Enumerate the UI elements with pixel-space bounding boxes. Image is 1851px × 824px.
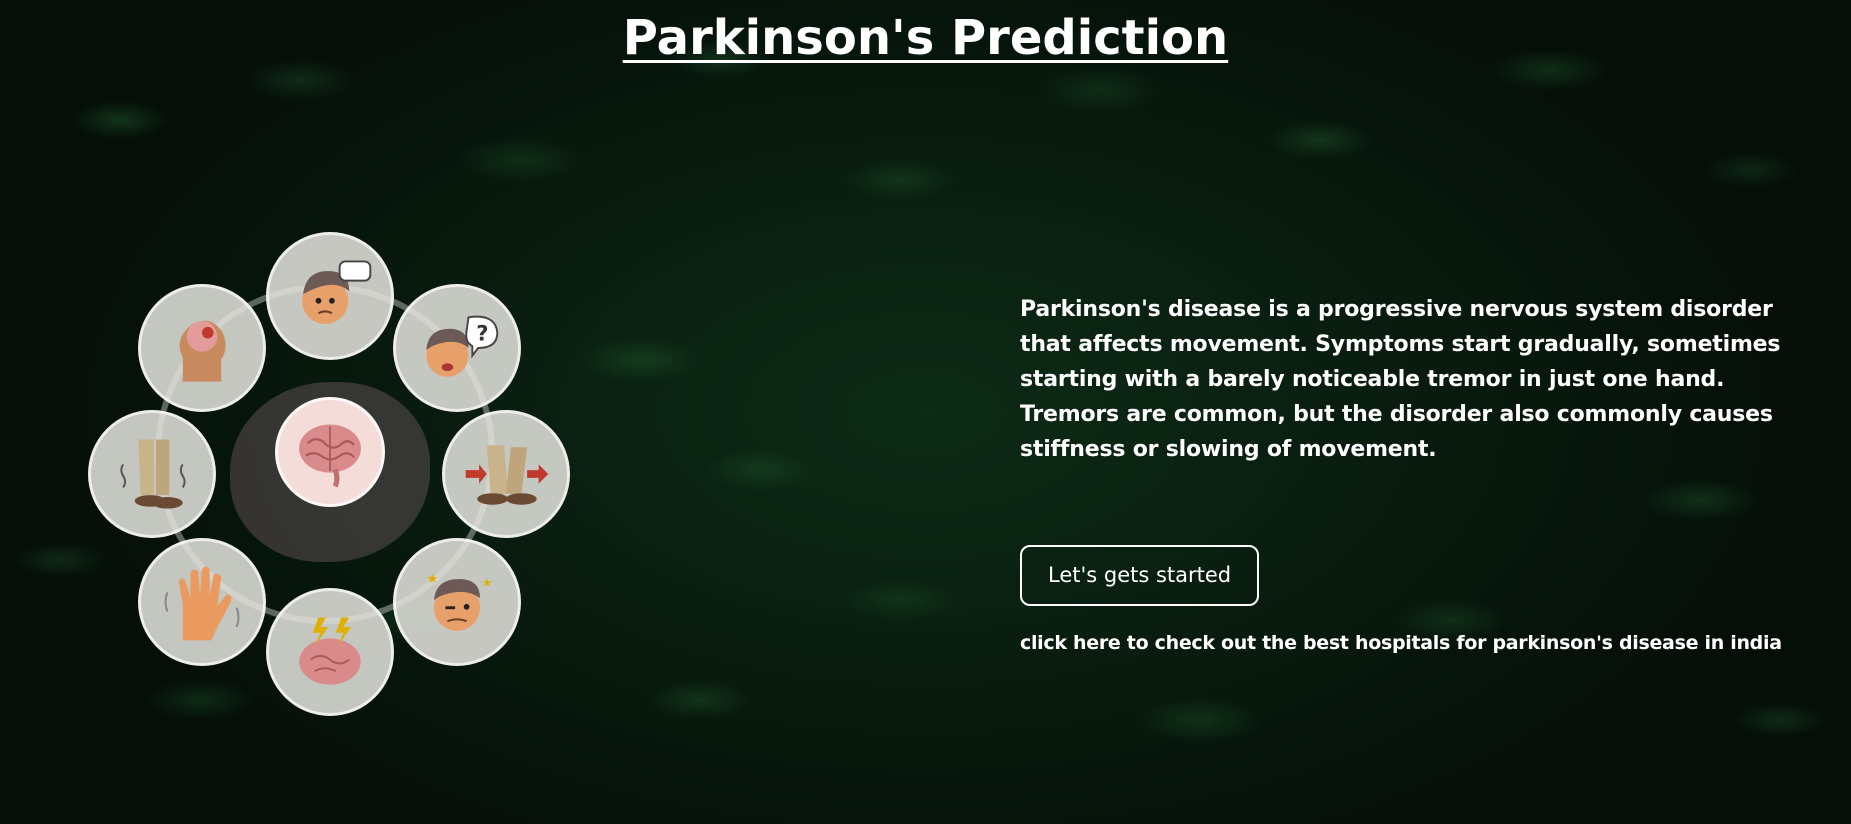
- walking-feet-icon: [442, 410, 570, 538]
- shaking-hand-icon: [138, 538, 266, 666]
- svg-text:?: ?: [476, 320, 488, 345]
- disease-description: Parkinson's disease is a progressive ner…: [1020, 297, 1781, 462]
- svg-text:★: ★: [482, 576, 492, 590]
- question-man-icon: ?: [393, 284, 521, 412]
- svg-text:★: ★: [426, 572, 438, 587]
- dizzy-man-icon: ★ ★: [393, 538, 521, 666]
- hospitals-link[interactable]: click here to check out the best hospita…: [1020, 632, 1800, 654]
- brain-icon: [275, 397, 385, 507]
- trembling-legs-icon: [88, 410, 216, 538]
- parkinsons-symptoms-illustration: ? ★ ★: [80, 222, 580, 722]
- intro-section: Parkinson's disease is a progressive ner…: [1020, 292, 1800, 654]
- page-title: Parkinson's Prediction: [622, 10, 1229, 66]
- brain-head-icon: [138, 284, 266, 412]
- confused-man-icon: [266, 232, 394, 360]
- get-started-button[interactable]: Let's gets started: [1020, 545, 1260, 606]
- brain-lightning-icon: [266, 588, 394, 716]
